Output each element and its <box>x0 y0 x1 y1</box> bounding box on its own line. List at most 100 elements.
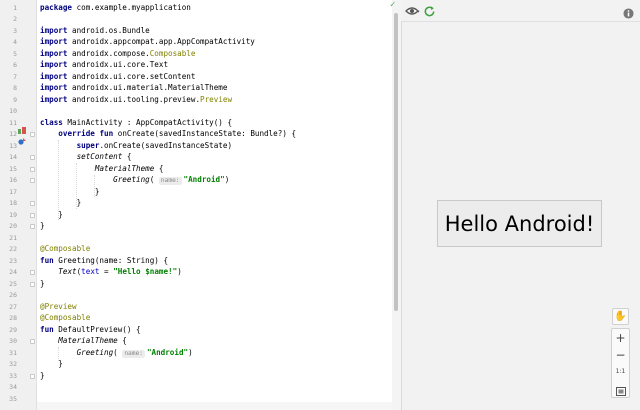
zoom-actual-size-button[interactable]: 1:1 <box>612 368 629 375</box>
vertical-scrollbar-thumb[interactable] <box>394 13 398 311</box>
line-number: 14 <box>9 153 17 161</box>
code-token: import <box>40 94 68 104</box>
fold-marker[interactable] <box>30 132 35 137</box>
code-token: ) <box>188 347 193 357</box>
fold-marker[interactable] <box>30 155 35 160</box>
code-token: fun <box>40 255 54 265</box>
fit-screen-button[interactable] <box>612 381 629 400</box>
line-number: 17 <box>9 187 17 196</box>
code-token: super <box>76 140 100 150</box>
code-token: androidx.appcompat.app.AppCompatActivity <box>67 37 255 46</box>
code-token: Greeting <box>113 175 150 184</box>
line-number: 22 <box>9 245 17 253</box>
code-token: android.os.Bundle <box>67 25 150 35</box>
code-token: androidx.ui.tooling.preview. <box>67 94 201 104</box>
code-line: } <box>40 220 45 232</box>
info-icon[interactable] <box>623 4 635 19</box>
line-number: 25 <box>9 279 17 288</box>
code-token: MaterialTheme <box>58 336 118 345</box>
code-line: fun Greeting(name: String) { <box>40 255 168 267</box>
code-token: import <box>40 83 68 92</box>
code-token: Preview <box>200 94 233 104</box>
code-token: import <box>40 60 68 69</box>
zoom-controls: + − 1:1 <box>611 328 630 398</box>
code-token: } <box>40 221 45 230</box>
fold-marker[interactable] <box>30 339 35 344</box>
line-number: 12 <box>9 130 17 138</box>
horizontal-scrollbar[interactable] <box>37 402 392 410</box>
pan-button[interactable]: ✋ <box>612 308 629 325</box>
line-number: 29 <box>9 325 17 334</box>
code-token: Greeting(name: String) { <box>53 255 169 265</box>
line-number: 13 <box>9 141 17 150</box>
code-token: onCreate(savedInstanceState: Bundle?) { <box>113 129 297 138</box>
code-token: @Composable <box>40 313 91 322</box>
code-token: { <box>122 152 132 161</box>
code-token: @Preview <box>40 301 77 311</box>
code-editor[interactable]: package com.example.myapplication import … <box>37 0 392 410</box>
override-icon[interactable] <box>18 130 26 145</box>
line-number: 10 <box>9 107 17 115</box>
preview-render-hello: Hello Android! <box>437 200 602 247</box>
code-token: import <box>40 25 68 35</box>
code-token: DefaultPreview() { <box>53 324 141 334</box>
line-number: 4 <box>13 38 17 46</box>
line-number: 32 <box>9 360 17 368</box>
code-line: } <box>40 370 45 382</box>
line-number: 21 <box>9 233 17 242</box>
hand-icon: ✋ <box>614 311 627 322</box>
hello-text: Hello Android! <box>444 211 595 236</box>
fold-marker[interactable] <box>30 201 35 206</box>
code-line: MaterialTheme { <box>40 163 164 175</box>
fold-marker[interactable] <box>30 178 35 183</box>
line-number: 7 <box>13 72 17 81</box>
run-icon[interactable] <box>18 119 26 134</box>
zoom-in-button[interactable]: + <box>612 331 629 345</box>
line-number: 28 <box>9 314 17 322</box>
chevron-down-icon[interactable]: ▾ <box>417 9 420 15</box>
code-line: import androidx.ui.core.Text <box>40 59 168 71</box>
fold-marker[interactable] <box>30 373 35 379</box>
fold-marker[interactable] <box>30 166 35 172</box>
zoom-out-button[interactable]: − <box>612 348 629 362</box>
code-line: import androidx.ui.tooling.preview.Previ… <box>40 94 232 106</box>
code-token: } <box>40 359 63 368</box>
line-number: 31 <box>9 348 17 357</box>
line-number: 33 <box>9 371 17 380</box>
line-number: 24 <box>9 268 17 276</box>
code-token: com.example.myapplication <box>72 2 191 12</box>
code-line: @Preview <box>40 301 77 313</box>
code-token: ( <box>149 175 159 184</box>
code-token: } <box>40 278 45 288</box>
line-number: 34 <box>9 383 17 391</box>
code-token: package <box>40 2 73 12</box>
line-number: 26 <box>9 291 17 299</box>
code-line: Text(text = "Hello $name!") <box>40 266 181 278</box>
refresh-icon[interactable] <box>423 3 437 17</box>
code-line: fun DefaultPreview() { <box>40 324 141 336</box>
code-token: text <box>81 267 100 276</box>
code-token: Composable <box>149 48 196 58</box>
code-line: Greeting( name: "Android") <box>40 174 229 186</box>
code-token: "Hello $name!" <box>113 267 178 276</box>
code-token: setContent <box>76 152 123 161</box>
code-token: } <box>40 198 82 207</box>
fold-marker[interactable] <box>30 224 35 229</box>
code-line: } <box>40 278 45 290</box>
fold-marker[interactable] <box>30 270 35 275</box>
code-line: import androidx.appcompat.app.AppCompatA… <box>40 36 255 48</box>
code-line: import androidx.ui.material.MaterialThem… <box>40 82 227 94</box>
line-number: 5 <box>13 49 17 58</box>
code-line: Greeting( name: "Android") <box>40 347 193 359</box>
code-token: override fun <box>58 129 114 138</box>
fold-marker[interactable] <box>30 281 35 287</box>
code-token: androidx.compose. <box>67 48 150 58</box>
code-token: fun <box>40 324 54 334</box>
code-token: androidx.ui.material.MaterialTheme <box>67 83 228 92</box>
code-token: } <box>40 370 45 380</box>
fold-marker[interactable] <box>30 212 35 218</box>
fit-screen-icon <box>615 387 626 396</box>
